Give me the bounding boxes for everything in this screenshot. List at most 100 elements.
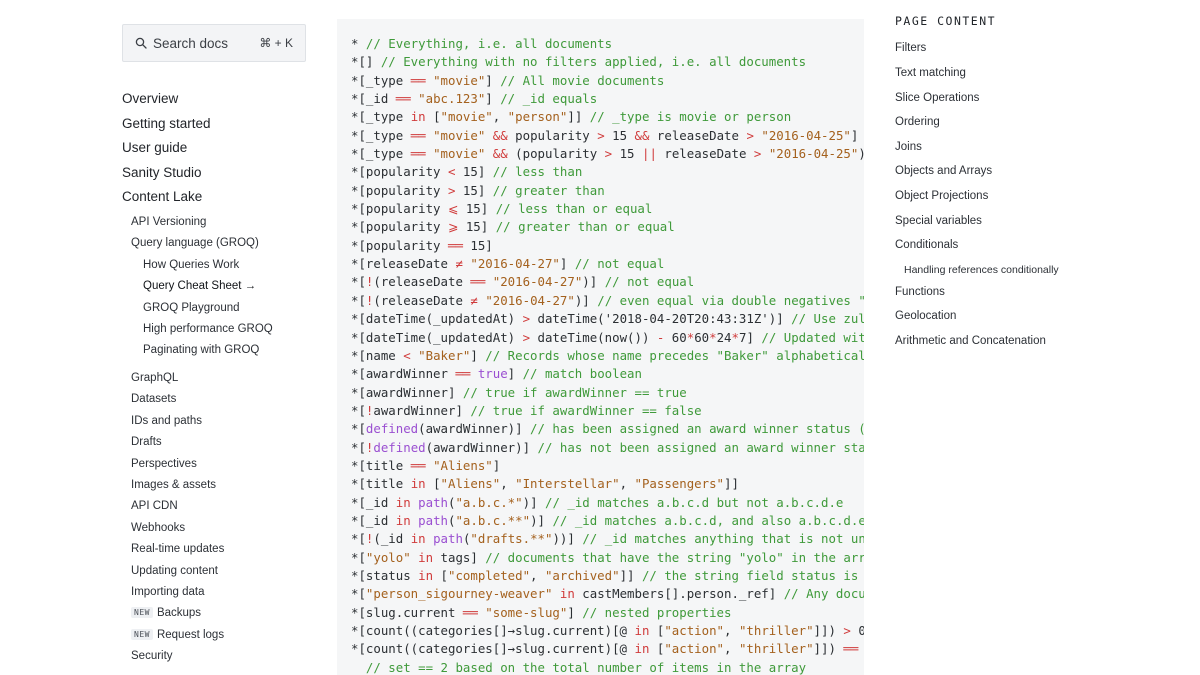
code-token: ))] bbox=[552, 531, 583, 547]
code-token: in bbox=[634, 623, 650, 638]
code-token: // true if awardWinner == false bbox=[470, 402, 702, 418]
code-token: ══ bbox=[470, 274, 486, 290]
nav-sanity-studio[interactable]: Sanity Studio bbox=[122, 165, 202, 180]
toc-functions[interactable]: Functions bbox=[895, 286, 945, 298]
nav-importing-data[interactable]: Importing data bbox=[131, 586, 205, 598]
nav-drafts[interactable]: Drafts bbox=[131, 436, 162, 448]
code-token: && bbox=[492, 146, 508, 162]
code-token: // _id matches a.b.c.d but not a.b.c.d.e bbox=[545, 494, 844, 510]
nav-request-logs[interactable]: NEW Request logs bbox=[131, 629, 224, 641]
code-token: "some-slug" bbox=[485, 604, 568, 620]
code-token: // Everything with no filters applied, i… bbox=[380, 54, 807, 70]
code-token: * bbox=[731, 329, 739, 345]
nav-groq-playground[interactable]: GROQ Playground bbox=[143, 302, 240, 314]
toc-slice-operations[interactable]: Slice Operations bbox=[895, 92, 979, 104]
nav-backups[interactable]: NEW Backups bbox=[131, 607, 201, 619]
code-token: ══ bbox=[395, 91, 411, 107]
code-line: *[name < "Baker"] // Records whose name … bbox=[351, 347, 864, 365]
code-token: 15] bbox=[458, 219, 496, 235]
nav-query-cheat-sheet[interactable]: Query Cheat Sheet → bbox=[143, 280, 256, 292]
code-token: // nested properties bbox=[582, 604, 732, 620]
code-token: in bbox=[410, 531, 426, 547]
code-token: [ bbox=[649, 623, 665, 638]
nav-webhooks[interactable]: Webhooks bbox=[131, 522, 185, 534]
code-token: * bbox=[351, 36, 366, 51]
code-token: "Aliens" bbox=[440, 476, 501, 492]
code-token: ══ bbox=[843, 641, 859, 657]
toc-objects-and-arrays[interactable]: Objects and Arrays bbox=[895, 165, 992, 177]
code-token: "movie" bbox=[433, 127, 486, 143]
code-token: // set == 2 based on the total number of… bbox=[365, 659, 807, 675]
code-line: *[popularity < 15] // less than bbox=[351, 163, 864, 181]
toc-filters[interactable]: Filters bbox=[895, 42, 926, 54]
toc-heading: PAGE CONTENT bbox=[895, 14, 997, 28]
code-line: *["yolo" in tags] // documents that have… bbox=[351, 549, 864, 567]
nav-updating-content[interactable]: Updating content bbox=[131, 565, 218, 577]
code-token: ] bbox=[485, 72, 501, 88]
code-token: // All movie documents bbox=[500, 72, 665, 88]
code-token: // greater than bbox=[492, 182, 605, 198]
nav-graphql[interactable]: GraphQL bbox=[131, 372, 178, 384]
code-token: dateTime(now()) bbox=[530, 329, 657, 345]
toc-special-variables[interactable]: Special variables bbox=[895, 215, 982, 227]
toc-arithmetic-and-concatenation[interactable]: Arithmetic and Concatenation bbox=[895, 335, 1046, 347]
toc-ordering[interactable]: Ordering bbox=[895, 116, 940, 128]
code-token: ≠ bbox=[455, 256, 463, 272]
code-token: "2016-04-25" bbox=[761, 127, 851, 143]
nav-api-versioning[interactable]: API Versioning bbox=[131, 216, 206, 228]
toc-handling-references[interactable]: Handling references conditionally bbox=[904, 264, 1059, 276]
code-token: "drafts.**" bbox=[470, 531, 553, 547]
code-token: *[ bbox=[351, 274, 366, 290]
nav-query-language[interactable]: Query language (GROQ) bbox=[131, 237, 259, 249]
toc-text-matching[interactable]: Text matching bbox=[895, 67, 966, 79]
search-button[interactable]: Search docs ⌘ + K bbox=[122, 24, 306, 62]
nav-perspectives[interactable]: Perspectives bbox=[131, 458, 197, 470]
code-token: // greater than or equal bbox=[495, 219, 675, 235]
code-token: && bbox=[634, 127, 650, 143]
code-token: *[count((categories[]→slug.current)[@ bbox=[351, 623, 635, 638]
nav-high-performance-groq[interactable]: High performance GROQ bbox=[143, 323, 273, 335]
code-token: *[popularity bbox=[351, 201, 448, 217]
code-token: * bbox=[709, 329, 717, 345]
code-line: *[popularity ══ 15] bbox=[351, 237, 864, 255]
code-token: ══ bbox=[410, 146, 426, 162]
code-token: // Any document having a castMember refe… bbox=[783, 586, 864, 602]
code-token: *[_id bbox=[351, 494, 396, 510]
code-token: ══ bbox=[410, 72, 426, 88]
code-line: // set == 2 based on the total number of… bbox=[351, 659, 864, 675]
code-token: *[ bbox=[351, 586, 366, 602]
nav-paginating-with-groq[interactable]: Paginating with GROQ bbox=[143, 344, 259, 356]
code-token: in bbox=[395, 512, 411, 528]
nav-how-queries-work[interactable]: How Queries Work bbox=[143, 259, 239, 271]
nav-security[interactable]: Security bbox=[131, 650, 173, 662]
code-token: *[_id bbox=[351, 91, 396, 107]
nav-api-cdn[interactable]: API CDN bbox=[131, 500, 178, 512]
nav-getting-started[interactable]: Getting started bbox=[122, 116, 211, 131]
nav-real-time-updates[interactable]: Real-time updates bbox=[131, 543, 224, 555]
nav-content-lake[interactable]: Content Lake bbox=[122, 189, 202, 204]
code-token: "movie" bbox=[433, 72, 486, 88]
toc-geolocation[interactable]: Geolocation bbox=[895, 310, 956, 322]
toc-joins[interactable]: Joins bbox=[895, 141, 922, 153]
code-line: *[_id ══ "abc.123"] // _id equals bbox=[351, 90, 864, 108]
toc-conditionals[interactable]: Conditionals bbox=[895, 239, 958, 251]
code-token: && bbox=[492, 127, 508, 143]
code-token: [ bbox=[425, 109, 441, 125]
code-token: "archived" bbox=[544, 567, 620, 583]
code-token: *[slug.current bbox=[351, 604, 463, 620]
nav-datasets[interactable]: Datasets bbox=[131, 393, 176, 405]
nav-ids-and-paths[interactable]: IDs and paths bbox=[131, 415, 202, 427]
nav-user-guide[interactable]: User guide bbox=[122, 140, 187, 155]
code-token: awardWinner] bbox=[373, 402, 471, 418]
code-token: "a.b.c.**" bbox=[455, 512, 531, 528]
code-token: *[ bbox=[351, 531, 366, 547]
nav-images-assets[interactable]: Images & assets bbox=[131, 479, 216, 491]
code-token: releaseDate bbox=[656, 146, 754, 162]
nav-overview[interactable]: Overview bbox=[122, 91, 178, 106]
code-token: > bbox=[522, 311, 531, 327]
code-token: // Records whose name precedes "Baker" a… bbox=[485, 347, 864, 363]
toc-object-projections[interactable]: Object Projections bbox=[895, 190, 988, 202]
code-token: ]] bbox=[724, 476, 739, 492]
